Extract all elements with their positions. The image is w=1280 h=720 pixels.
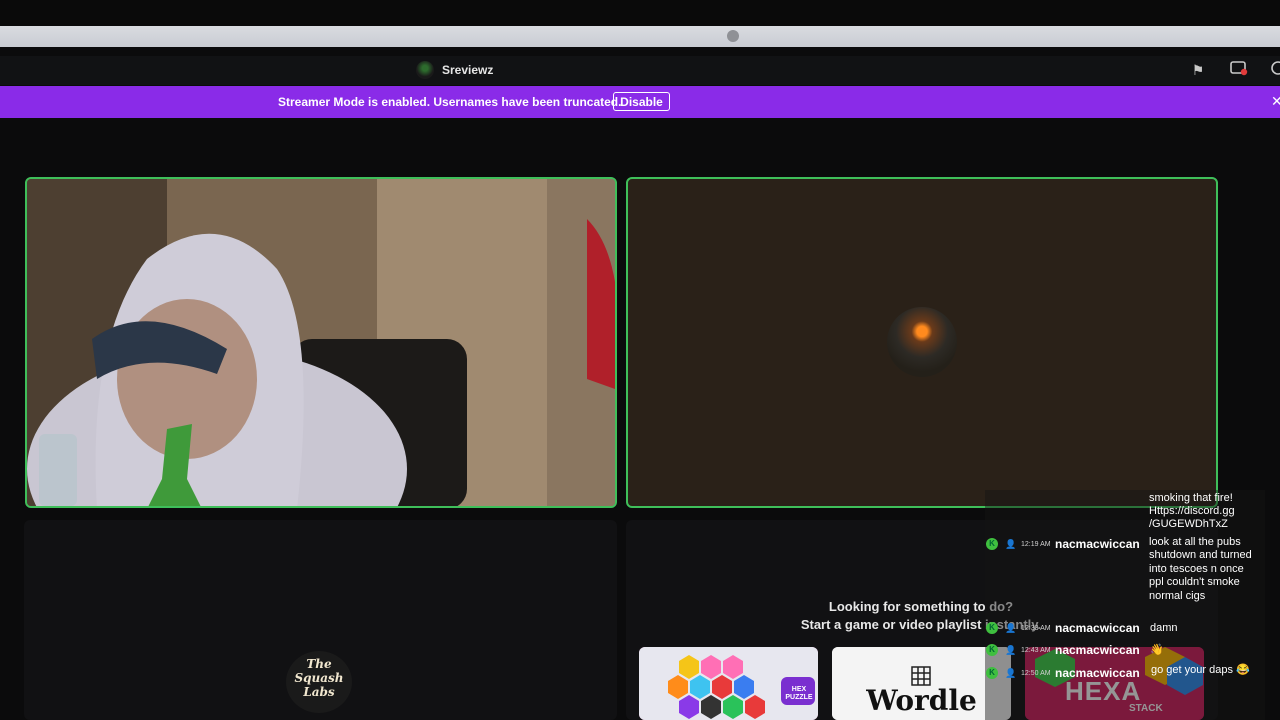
chat-username[interactable]: nacmacwiccan [1055,666,1140,680]
chat-time: 12:19 AM [1021,541,1051,548]
chat-message: damn [1150,622,1178,634]
squash-labs-logo: The Squash Labs [286,651,352,713]
video-tile-webcam[interactable] [25,177,617,508]
browser-bar [0,26,1280,47]
moderator-badge-icon: K [986,622,998,634]
screen-share-icon[interactable] [1229,60,1249,80]
disable-button[interactable]: Disable [613,92,670,111]
chat-username[interactable]: nacmacwiccan [1055,621,1140,635]
title-bar [0,56,1280,85]
chat-username[interactable]: nacmacwiccan [1055,643,1140,657]
person-icon: 👤 [1005,623,1017,633]
flag-icon[interactable]: ⚑ [1188,60,1208,80]
person-icon: 👤 [1005,668,1017,678]
channel-name: Sreviewz [442,63,494,77]
moderator-badge-icon: K [986,644,998,656]
top-black-bar [0,0,1280,26]
person-icon: 👤 [1005,539,1017,549]
hex-puzzle-title: HEX PUZZLE [785,686,813,701]
browser-indicator-icon [727,30,739,42]
chat-message: go get your daps 😂 [1151,664,1250,676]
chat-time: 12:50 AM [1021,670,1051,677]
banner-text: Streamer Mode is enabled. Usernames have… [278,95,622,109]
participant-avatar [887,307,957,377]
game-card-hex-puzzle[interactable] [639,647,818,720]
chat-message: 👋 [1150,644,1164,656]
moderator-badge-icon: K [986,538,998,550]
chat-message: look at all the pubs shutdown and turned… [1149,536,1252,602]
help-icon[interactable] [1268,60,1280,80]
chat-time: 12:43 AM [1021,647,1051,654]
close-icon[interactable]: ✕ [1271,93,1280,110]
chat-username[interactable]: nacmacwiccan [1055,537,1140,551]
person-icon: 👤 [1005,645,1017,655]
moderator-badge-icon: K [986,667,998,679]
chat-message: smoking that fire! Https://discord.gg /G… [1149,492,1235,530]
chat-time: 12:33 AM [1021,625,1051,632]
channel-avatar [416,61,434,79]
